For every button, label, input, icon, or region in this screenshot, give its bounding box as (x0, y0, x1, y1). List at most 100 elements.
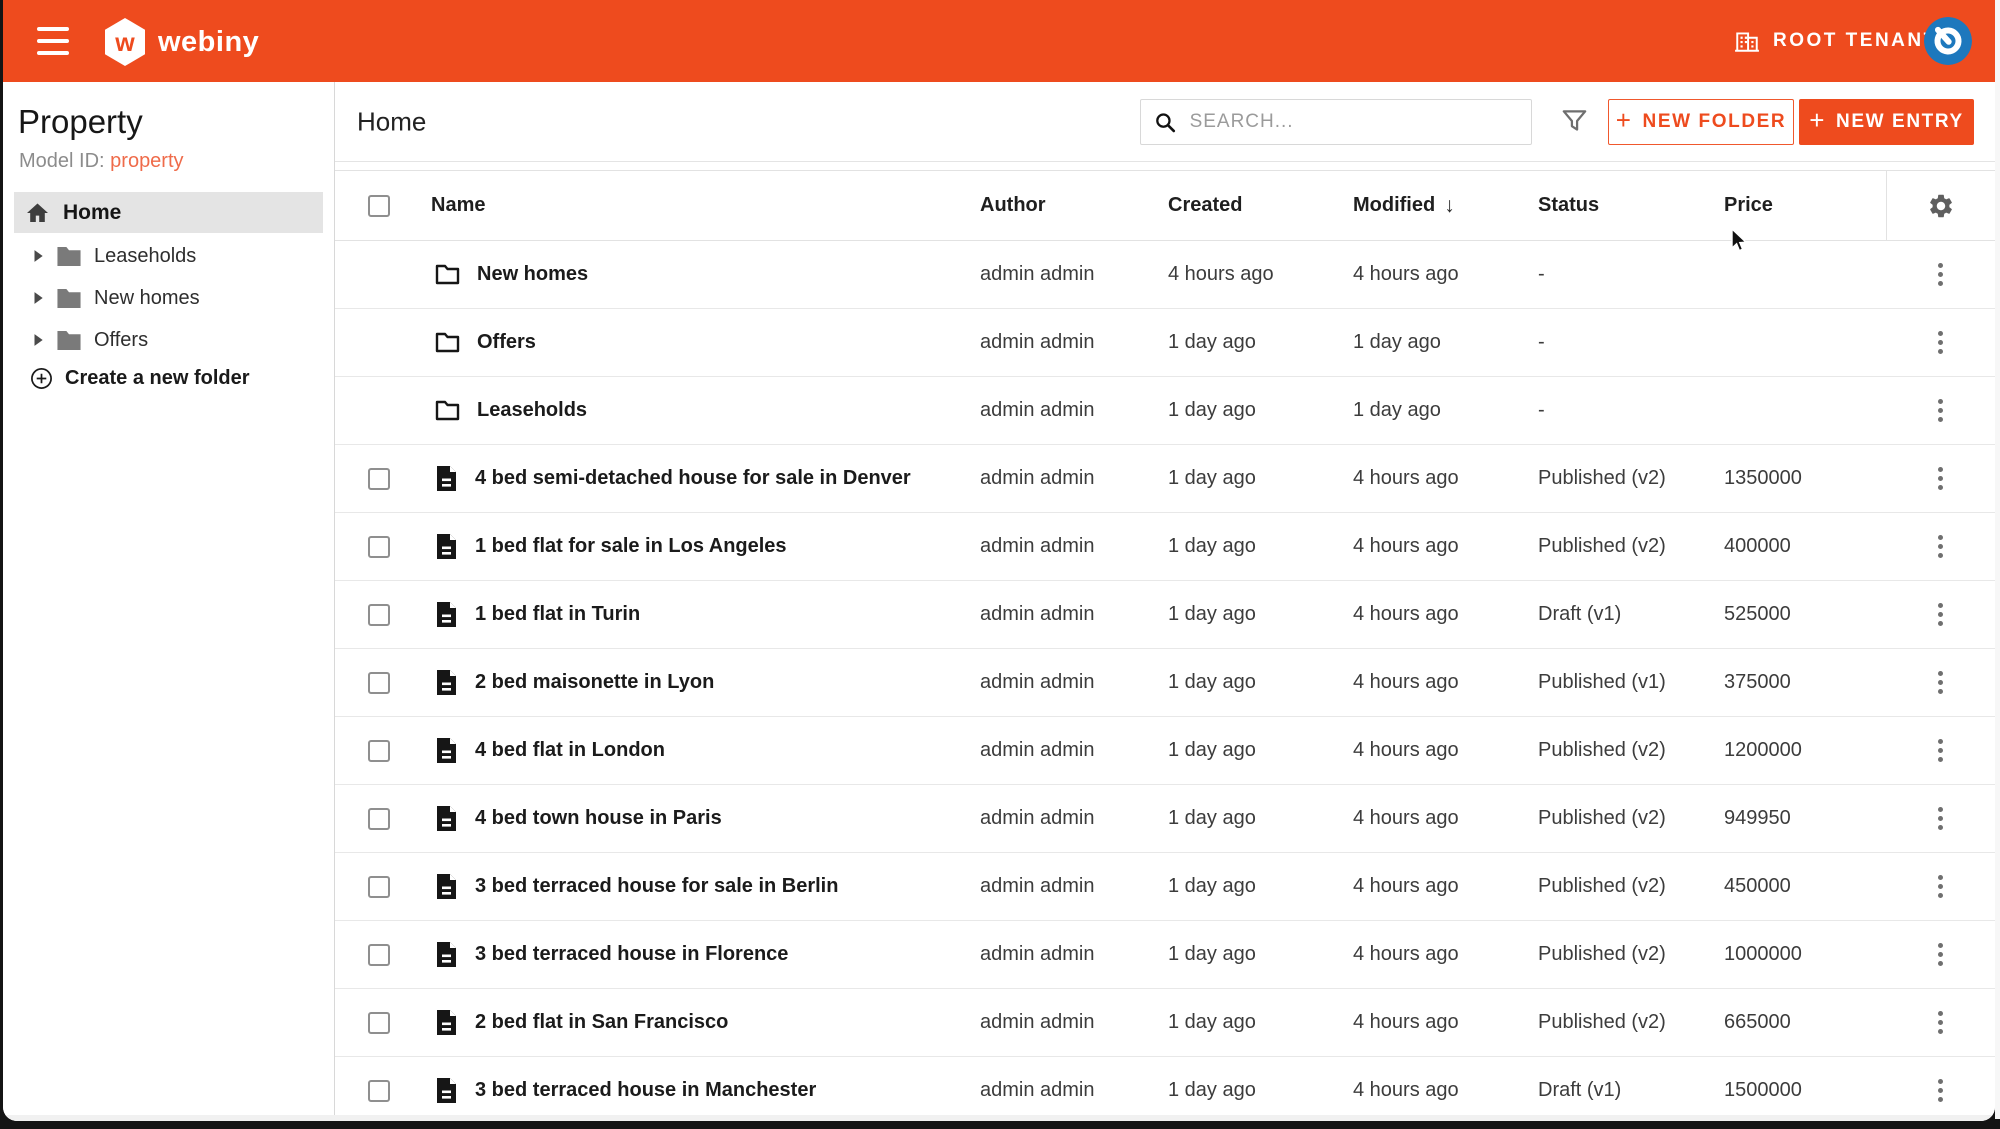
hamburger-menu-icon[interactable] (37, 27, 69, 55)
table-row[interactable]: 4 bed semi-detached house for sale in De… (335, 445, 1995, 513)
column-header-name[interactable]: Name (431, 194, 980, 217)
row-checkbox[interactable] (368, 535, 390, 558)
row-checkbox[interactable] (368, 1079, 390, 1102)
webiny-logo[interactable]: w webiny (103, 17, 259, 67)
row-checkbox[interactable] (368, 671, 390, 694)
row-kebab-menu-icon[interactable] (1932, 257, 1949, 292)
entry-name-cell[interactable]: New homes (431, 263, 980, 286)
row-kebab-menu-icon[interactable] (1932, 937, 1949, 972)
cell-created: 1 day ago (1168, 1011, 1256, 1033)
sidebar-home-label: Home (63, 200, 122, 224)
table-row[interactable]: Leaseholds admin admin 1 day ago 1 day ago - (335, 377, 1995, 445)
cell-status: - (1538, 263, 1545, 285)
cell-status: Draft (v1) (1538, 1079, 1622, 1101)
new-folder-button[interactable]: + NEW FOLDER (1608, 99, 1794, 145)
filter-icon[interactable] (1561, 108, 1588, 136)
entry-name: 4 bed semi-detached house for sale in De… (475, 467, 911, 489)
document-icon (437, 466, 456, 491)
cell-price: 949950 (1724, 807, 1791, 829)
row-kebab-menu-icon[interactable] (1932, 597, 1949, 632)
table-row[interactable]: 1 bed flat for sale in Los Angeles admin … (335, 513, 1995, 581)
row-kebab-menu-icon[interactable] (1932, 665, 1949, 700)
top-app-bar: w webiny ROOT TENANT (3, 0, 1995, 82)
row-kebab-menu-icon[interactable] (1932, 733, 1949, 768)
table-row[interactable]: 3 bed terraced house for sale in Berlin a… (335, 853, 1995, 921)
table-row[interactable]: 2 bed flat in San Francisco admin admin 1 … (335, 989, 1995, 1057)
entry-name-cell[interactable]: 3 bed terraced house for sale in Berlin (431, 873, 980, 900)
cell-created: 4 hours ago (1168, 263, 1274, 285)
entry-name-cell[interactable]: Leaseholds (431, 399, 980, 422)
sidebar-item-home[interactable]: Home (14, 192, 323, 233)
tenant-selector[interactable]: ROOT TENANT (1734, 0, 1938, 82)
entry-name-cell[interactable]: 2 bed maisonette in Lyon (431, 669, 980, 696)
row-kebab-menu-icon[interactable] (1932, 529, 1949, 564)
table-row[interactable]: New homes admin admin 4 hours ago 4 hours a… (335, 241, 1995, 309)
column-header-price[interactable]: Price (1724, 194, 1886, 217)
table-row[interactable]: Offers admin admin 1 day ago 1 day ago - (335, 309, 1995, 377)
sidebar-folder-leaseholds[interactable]: Leaseholds (3, 235, 334, 277)
column-header-author[interactable]: Author (980, 194, 1168, 217)
entry-name-cell[interactable]: 3 bed terraced house in Manchester (431, 1077, 980, 1104)
column-header-created[interactable]: Created (1168, 194, 1353, 217)
entry-name-cell[interactable]: 1 bed flat for sale in Los Angeles (431, 533, 980, 560)
entry-name-cell[interactable]: 4 bed semi-detached house for sale in De… (431, 465, 980, 492)
row-kebab-menu-icon[interactable] (1932, 869, 1949, 904)
sidebar-folder-offers[interactable]: Offers (3, 319, 334, 361)
select-all-checkbox[interactable] (368, 194, 390, 217)
svg-text:w: w (114, 29, 135, 57)
row-kebab-menu-icon[interactable] (1932, 393, 1949, 428)
entry-name-cell[interactable]: 4 bed flat in London (431, 737, 980, 764)
cell-price: 1000000 (1724, 943, 1802, 965)
cell-modified: 4 hours ago (1353, 671, 1459, 693)
entry-name-cell[interactable]: Offers (431, 331, 980, 354)
column-header-status[interactable]: Status (1538, 194, 1724, 217)
cell-modified: 4 hours ago (1353, 943, 1459, 965)
row-checkbox[interactable] (368, 603, 390, 626)
cell-price: 525000 (1724, 603, 1791, 625)
row-kebab-menu-icon[interactable] (1932, 461, 1949, 496)
row-checkbox[interactable] (368, 875, 390, 898)
row-checkbox[interactable] (368, 1011, 390, 1034)
cell-status: Published (v2) (1538, 807, 1666, 829)
folder-icon (435, 332, 460, 353)
column-header-modified[interactable]: Modified ↓ (1353, 194, 1538, 218)
content-area: Home + NEW FOLDER + NEW (335, 82, 1995, 1121)
row-checkbox[interactable] (368, 739, 390, 762)
new-entry-button[interactable]: + NEW ENTRY (1799, 99, 1974, 145)
toolbar: Home + NEW FOLDER + NEW (335, 82, 1995, 162)
table-row[interactable]: 1 bed flat in Turin admin admin 1 day ago 4… (335, 581, 1995, 649)
user-avatar[interactable] (1924, 17, 1972, 65)
row-checkbox[interactable] (368, 467, 390, 490)
entry-name-cell[interactable]: 4 bed town house in Paris (431, 805, 980, 832)
table-row[interactable]: 2 bed maisonette in Lyon admin admin 1 day… (335, 649, 1995, 717)
chevron-right-icon (34, 292, 43, 304)
table-row[interactable]: 3 bed terraced house in Florence admin ad… (335, 921, 1995, 989)
row-kebab-menu-icon[interactable] (1932, 801, 1949, 836)
model-id-link[interactable]: property (110, 150, 183, 172)
row-checkbox[interactable] (368, 943, 390, 966)
entry-name-cell[interactable]: 3 bed terraced house in Florence (431, 941, 980, 968)
table-row[interactable]: 4 bed town house in Paris admin admin 1 da… (335, 785, 1995, 853)
create-folder-button[interactable]: Create a new folder (30, 367, 250, 390)
row-kebab-menu-icon[interactable] (1932, 1073, 1949, 1108)
entry-name-cell[interactable]: 1 bed flat in Turin (431, 601, 980, 628)
cell-author: admin admin (980, 535, 1095, 557)
entry-name: 4 bed town house in Paris (475, 807, 722, 829)
row-kebab-menu-icon[interactable] (1932, 1005, 1949, 1040)
table-row[interactable]: 4 bed flat in London admin admin 1 day ago… (335, 717, 1995, 785)
settings-gear-icon[interactable] (1927, 192, 1955, 220)
row-kebab-menu-icon[interactable] (1932, 325, 1949, 360)
cell-modified: 4 hours ago (1353, 603, 1459, 625)
row-checkbox[interactable] (368, 807, 390, 830)
cell-author: admin admin (980, 399, 1095, 421)
entry-name-cell[interactable]: 2 bed flat in San Francisco (431, 1009, 980, 1036)
entries-table: Name Author Created Modified ↓ Status Pr… (335, 170, 1995, 1121)
cell-author: admin admin (980, 739, 1095, 761)
cell-status: - (1538, 399, 1545, 421)
search-input[interactable] (1189, 111, 1518, 133)
cell-created: 1 day ago (1168, 875, 1256, 897)
cell-modified: 4 hours ago (1353, 1011, 1459, 1033)
table-row[interactable]: 3 bed terraced house in Manchester admin … (335, 1057, 1995, 1121)
sidebar-folder-new-homes[interactable]: New homes (3, 277, 334, 319)
add-circle-icon (31, 368, 52, 389)
